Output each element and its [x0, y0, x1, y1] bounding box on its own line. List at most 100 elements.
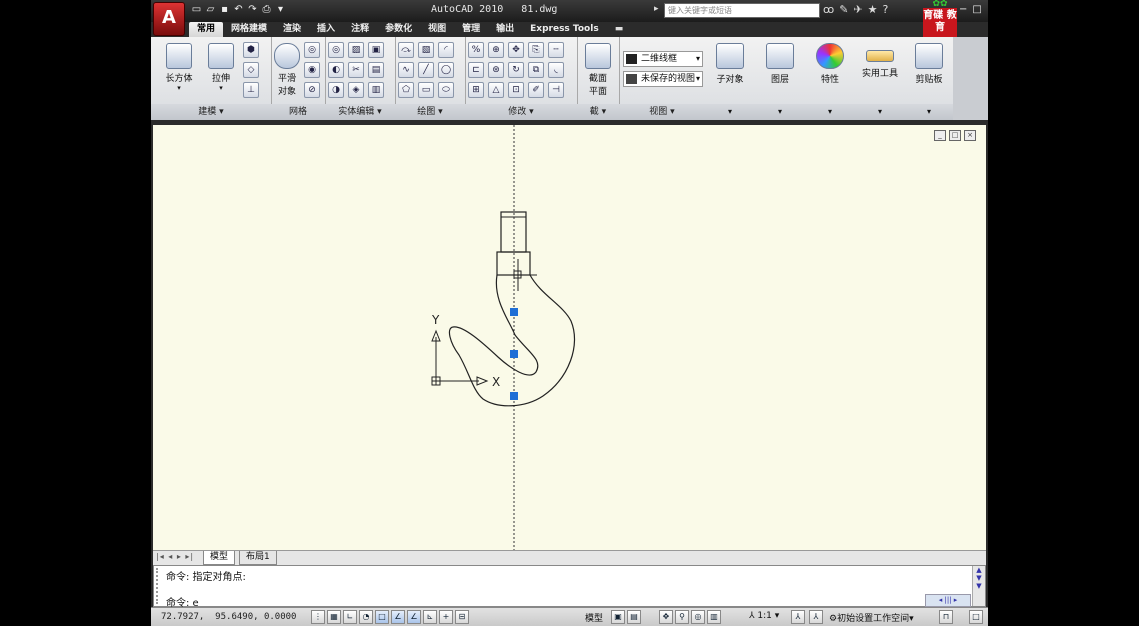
ucs-icon[interactable]: ⊥ — [243, 82, 259, 98]
separate-icon[interactable]: ▥ — [368, 82, 384, 98]
open-icon[interactable]: ▱ — [205, 4, 216, 16]
move-icon[interactable]: ✥ — [508, 42, 524, 58]
grip-middle[interactable] — [510, 350, 518, 358]
quick-view-layouts-icon[interactable]: ▣ — [611, 610, 625, 624]
ducs-toggle[interactable]: ⊾ — [423, 610, 437, 624]
command-grip[interactable] — [156, 568, 164, 604]
wrench-icon[interactable]: ✎ — [839, 3, 848, 17]
line-icon[interactable]: ╱ — [418, 62, 434, 78]
copy-icon[interactable]: ⧉ — [528, 62, 544, 78]
panel-modify-title[interactable]: 修改 ▾ — [465, 104, 577, 120]
rotate-icon[interactable]: ↻ — [508, 62, 524, 78]
tab-annotate[interactable]: 注释 — [343, 22, 377, 37]
box-button[interactable]: 长方体 ▾ — [159, 43, 199, 92]
presspull-icon[interactable]: ⬢ — [243, 42, 259, 58]
grip-top[interactable] — [510, 308, 518, 316]
workspace-switch[interactable]: ⚙初始设置工作空间▾ — [829, 611, 914, 624]
tab-view[interactable]: 视图 — [420, 22, 454, 37]
intersect-icon[interactable]: ◑ — [328, 82, 344, 98]
osnap-toggle[interactable]: □ — [375, 610, 389, 624]
binoculars-icon[interactable]: ꝏ — [823, 3, 834, 17]
solid-edit-icon[interactable]: ▣ — [368, 42, 384, 58]
panel-view-title[interactable]: 视图 ▾ — [619, 104, 705, 120]
panel-utilities[interactable]: 实用工具 ▾ — [855, 37, 906, 120]
trim-icon[interactable]: ╌ — [548, 42, 564, 58]
lock-icon[interactable]: ⊓ — [939, 610, 953, 624]
smooth-more-icon[interactable]: ◎ — [304, 42, 320, 58]
search-input[interactable]: 键入关键字或短语 — [664, 3, 820, 18]
offset-icon[interactable]: % — [468, 42, 484, 58]
polar-toggle[interactable]: ◔ — [359, 610, 373, 624]
lweight-toggle[interactable]: ⊟ — [455, 610, 469, 624]
dropdown-icon[interactable]: ▾ — [275, 4, 286, 16]
spline-icon[interactable]: ∿ — [398, 62, 414, 78]
panel-properties[interactable]: 特性 ▾ — [805, 37, 856, 120]
slice-icon[interactable]: ✂ — [348, 62, 364, 78]
close-icon[interactable]: × — [987, 4, 988, 15]
panel-draw-title[interactable]: 绘图 ▾ — [395, 104, 465, 120]
snap-toggle[interactable]: ⋮ — [311, 610, 325, 624]
model-space-label[interactable]: 模型 — [585, 611, 603, 624]
grid-toggle[interactable]: ▦ — [327, 610, 341, 624]
polyline-icon[interactable]: ⤼ — [398, 42, 414, 58]
array-icon[interactable]: ⊛ — [488, 62, 504, 78]
tab-parametric[interactable]: 参数化 — [377, 22, 420, 37]
coordinate-readout[interactable]: 72.7927, 95.6490, 0.0000 — [161, 612, 296, 622]
pan-icon[interactable]: ✥ — [659, 610, 673, 624]
tab-layout1[interactable]: 布局1 — [239, 551, 277, 565]
hatch-icon[interactable]: ▧ — [418, 42, 434, 58]
mesh-crease-icon[interactable]: ⊘ — [304, 82, 320, 98]
saved-view-dropdown[interactable]: 未保存的视图 ▾ — [623, 71, 703, 87]
maximize-icon[interactable]: □ — [972, 4, 981, 15]
quick-view-drawings-icon[interactable]: ▤ — [627, 610, 641, 624]
tab-home[interactable]: 常用 — [189, 22, 224, 37]
auto-scale-icon[interactable]: ⅄ — [809, 610, 823, 624]
tab-mesh-modeling[interactable]: 网格建模 — [223, 22, 275, 37]
save-icon[interactable]: ▪ — [219, 4, 230, 16]
ortho-toggle[interactable]: ∟ — [343, 610, 357, 624]
help-icon[interactable]: ? — [883, 3, 889, 17]
plot-icon[interactable]: ⎙ — [261, 4, 272, 16]
explode-icon[interactable]: ⊡ — [508, 82, 524, 98]
steeringwheel-icon[interactable]: ◎ — [691, 610, 705, 624]
grid-array-icon[interactable]: ⊞ — [468, 82, 484, 98]
drawing-area[interactable]: _ □ × Y X — [153, 125, 986, 550]
rectangle-icon[interactable]: ▭ — [418, 82, 434, 98]
arc-icon[interactable]: ◜ — [438, 42, 454, 58]
application-menu-button[interactable]: A — [153, 2, 185, 36]
panel-section-title[interactable]: 截 ▾ — [577, 104, 619, 120]
subtract-icon[interactable]: ◐ — [328, 62, 344, 78]
showmotion-icon[interactable]: ▥ — [707, 610, 721, 624]
hook-body[interactable] — [448, 274, 576, 407]
command-window[interactable]: 命令: 指定对角点: 命令: e ◂ ||| ▸ ▲ ▼ ▼ — [153, 565, 986, 609]
clean-screen-icon[interactable]: □ — [969, 610, 983, 624]
search-expand-icon[interactable]: ▸ — [654, 4, 659, 14]
undo-icon[interactable]: ↶ — [233, 4, 244, 16]
star-icon[interactable]: ★ — [868, 3, 878, 17]
tab-insert[interactable]: 插入 — [309, 22, 343, 37]
panel-modeling-title[interactable]: 建模 ▾ — [151, 104, 271, 120]
circle-icon[interactable]: ◯ — [438, 62, 454, 78]
section-plane-button[interactable]: 截面 平面 — [583, 43, 613, 97]
ribbon-minimize-icon[interactable]: ▬ — [615, 22, 624, 37]
command-horizontal-scrollbar[interactable]: ◂ ||| ▸ — [925, 594, 971, 607]
communication-icon[interactable]: ✈ — [853, 3, 862, 17]
panel-clipboard[interactable]: 剪贴板 ▾ — [905, 37, 954, 120]
redo-icon[interactable]: ↷ — [247, 4, 258, 16]
visual-style-dropdown[interactable]: 二维线框 ▾ — [623, 51, 703, 67]
annotation-visibility-icon[interactable]: ⅄ — [791, 610, 805, 624]
minimize-icon[interactable]: − — [959, 4, 967, 15]
smooth-object-button[interactable]: 平滑 对象 — [273, 43, 301, 97]
eraser-icon[interactable]: ◇ — [243, 62, 259, 78]
tab-render[interactable]: 渲染 — [275, 22, 309, 37]
erase-icon[interactable]: ✐ — [528, 82, 544, 98]
zoom-icon[interactable]: ⚲ — [675, 610, 689, 624]
panel-mesh-title[interactable]: 网格 — [271, 104, 325, 120]
dyn-toggle[interactable]: + — [439, 610, 453, 624]
panel-solid-editing-title[interactable]: 实体编辑 ▾ — [325, 104, 395, 120]
extract-edges-icon[interactable]: ▨ — [348, 42, 364, 58]
ellipse-icon[interactable]: ⬭ — [438, 82, 454, 98]
extrude-button[interactable]: 拉伸 ▾ — [201, 43, 241, 92]
scale-icon[interactable]: ⎘ — [528, 42, 544, 58]
polygon-icon[interactable]: ⬠ — [398, 82, 414, 98]
